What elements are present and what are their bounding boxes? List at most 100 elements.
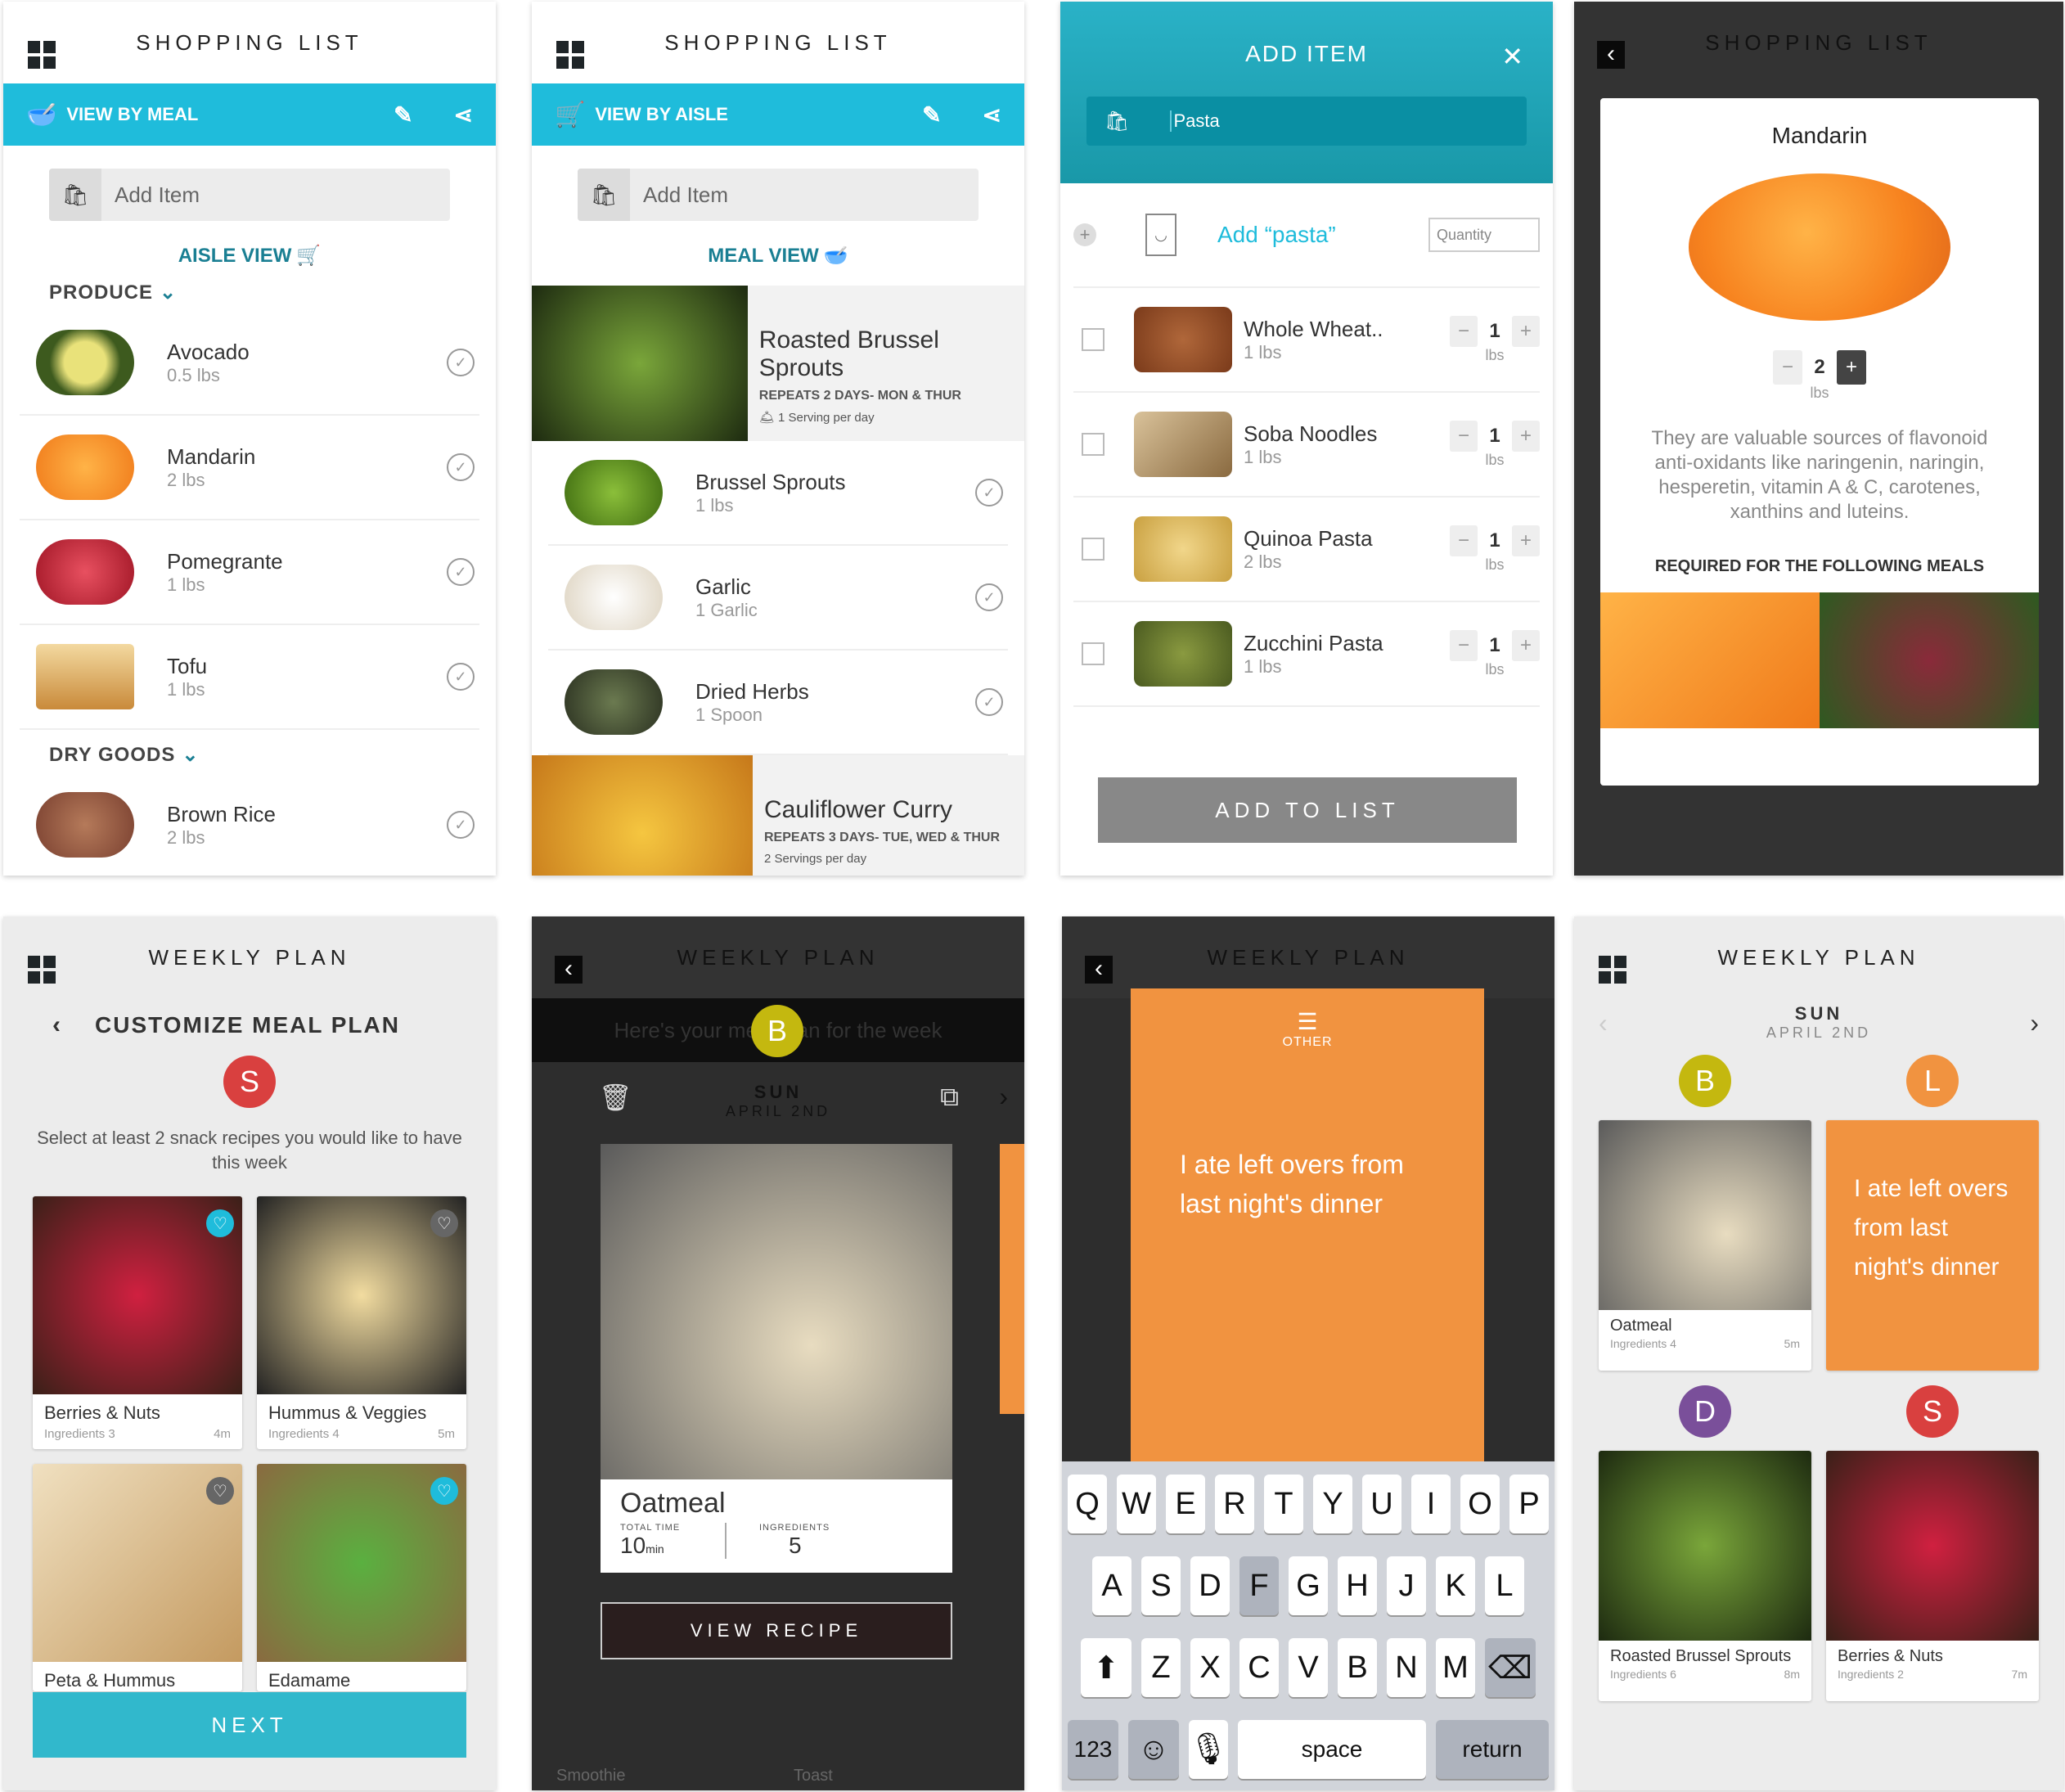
meal-view-link[interactable]: MEAL VIEW 🥣 [532, 244, 1024, 268]
add-to-list-button[interactable]: ADD TO LIST [1098, 777, 1517, 843]
check-icon[interactable]: ✓ [975, 583, 1003, 611]
heart-icon[interactable]: ♡ [430, 1477, 458, 1505]
quantity-input[interactable]: Quantity [1428, 218, 1540, 252]
checkbox[interactable] [1082, 538, 1104, 561]
key-a[interactable]: A [1092, 1556, 1131, 1615]
key-h[interactable]: H [1338, 1556, 1377, 1615]
shift-key-icon[interactable]: ⬆ [1081, 1638, 1131, 1697]
checkbox[interactable] [1082, 328, 1104, 351]
key-z[interactable]: Z [1141, 1638, 1181, 1697]
key-x[interactable]: X [1190, 1638, 1230, 1697]
plus-button[interactable]: + [1512, 525, 1540, 556]
plus-button[interactable]: + [1512, 420, 1540, 452]
meal-card[interactable]: Berries & Nuts Ingredients 2 7m [1826, 1451, 2039, 1701]
edit-icon[interactable]: ✎ [394, 101, 412, 128]
duplicate-icon[interactable]: ⧉ [940, 1082, 959, 1113]
key-s[interactable]: S [1141, 1556, 1181, 1615]
key-e[interactable]: E [1166, 1475, 1205, 1533]
check-icon[interactable]: ✓ [447, 349, 475, 376]
backspace-key-icon[interactable]: ⌫ [1485, 1638, 1536, 1697]
section-header[interactable]: DRY GOODS ⌄ [49, 743, 450, 767]
check-icon[interactable]: ✓ [447, 453, 475, 481]
key-m[interactable]: M [1436, 1638, 1475, 1697]
share-icon[interactable]: ⋖ [983, 101, 1001, 128]
add-item-input[interactable]: 🛍 Add Item [578, 169, 979, 221]
key-123[interactable]: 123 [1068, 1720, 1118, 1779]
key-space[interactable]: space [1238, 1720, 1426, 1779]
key-i[interactable]: I [1411, 1475, 1451, 1533]
check-icon[interactable]: ✓ [447, 811, 475, 839]
key-w[interactable]: W [1117, 1475, 1156, 1533]
key-o[interactable]: O [1460, 1475, 1500, 1533]
menu-grid-icon[interactable] [1599, 956, 1626, 984]
key-b[interactable]: B [1338, 1638, 1377, 1697]
next-button[interactable]: NEXT [33, 1692, 466, 1758]
key-t[interactable]: T [1264, 1475, 1303, 1533]
key-k[interactable]: K [1436, 1556, 1475, 1615]
add-suggestion-label[interactable]: Add “pasta” [1217, 222, 1428, 248]
back-chevron-icon[interactable]: ‹ [52, 1011, 62, 1039]
minus-button[interactable]: − [1450, 629, 1478, 661]
snack-card[interactable]: ♡ Berries & Nuts Ingredients 3 4m [33, 1196, 242, 1449]
close-icon[interactable]: ✕ [1501, 41, 1523, 72]
check-icon[interactable]: ✓ [447, 663, 475, 691]
aisle-view-link[interactable]: AISLE VIEW 🛒 [3, 244, 496, 268]
next-day-icon[interactable]: › [2030, 1008, 2039, 1038]
key-g[interactable]: G [1289, 1556, 1328, 1615]
key-u[interactable]: U [1362, 1475, 1401, 1533]
check-icon[interactable]: ✓ [447, 558, 475, 586]
item-search-input[interactable]: 🛍 Pasta [1086, 97, 1527, 146]
heart-icon[interactable]: ♡ [206, 1477, 234, 1505]
snack-card[interactable]: ♡ Peta & Hummus [33, 1464, 242, 1691]
trash-icon[interactable]: 🗑 [599, 1082, 632, 1113]
note-input[interactable]: I ate left overs from last night's dinne… [1180, 1145, 1435, 1223]
view-recipe-button[interactable]: VIEW RECIPE [601, 1602, 952, 1659]
checkbox[interactable] [1082, 642, 1104, 665]
meal-card[interactable]: Oatmeal Ingredients 4 5m [1599, 1120, 1811, 1371]
edit-icon[interactable]: ✎ [922, 101, 941, 128]
meal-image-smoothie[interactable] [1600, 592, 1820, 728]
key-d[interactable]: D [1190, 1556, 1230, 1615]
snack-card[interactable]: ♡ Edamame [257, 1464, 466, 1691]
meal-card[interactable]: Roasted Brussel Sprouts REPEATS 2 DAYS- M… [532, 286, 1024, 441]
share-icon[interactable]: ⋖ [454, 101, 473, 128]
checkbox[interactable] [1082, 433, 1104, 456]
key-y[interactable]: Y [1313, 1475, 1352, 1533]
menu-grid-icon[interactable] [28, 41, 56, 69]
lunch-note-card[interactable]: I ate left overs from last night's dinne… [1826, 1120, 2039, 1371]
check-icon[interactable]: ✓ [975, 688, 1003, 716]
recipe-card[interactable]: Oatmeal TOTAL TIME 10min INGREDIENTS 5 [601, 1144, 952, 1586]
mic-key-icon[interactable]: 🎙 [1189, 1720, 1228, 1779]
back-icon[interactable]: ‹ [1085, 956, 1113, 984]
meal-image-salad[interactable] [1820, 592, 2039, 728]
back-icon[interactable]: ‹ [1597, 41, 1625, 69]
menu-grid-icon[interactable] [28, 956, 56, 984]
plus-icon[interactable]: + [1073, 223, 1096, 246]
key-j[interactable]: J [1387, 1556, 1426, 1615]
minus-button[interactable]: − [1450, 525, 1478, 556]
add-suggestion-row[interactable]: + ◡ Add “pasta” Quantity [1073, 183, 1540, 288]
key-v[interactable]: V [1289, 1638, 1328, 1697]
minus-button[interactable]: − [1773, 350, 1802, 385]
plus-button[interactable]: + [1837, 350, 1866, 385]
prev-day-icon[interactable]: ‹ [1599, 1008, 1608, 1038]
plus-button[interactable]: + [1512, 315, 1540, 347]
minus-button[interactable]: − [1450, 315, 1478, 347]
menu-grid-icon[interactable] [556, 41, 584, 69]
plus-button[interactable]: + [1512, 629, 1540, 661]
minus-button[interactable]: − [1450, 420, 1478, 452]
check-icon[interactable]: ✓ [975, 479, 1003, 507]
key-c[interactable]: C [1239, 1638, 1279, 1697]
meal-card[interactable]: Roasted Brussel Sprouts Ingredients 6 8m [1599, 1451, 1811, 1701]
add-item-input[interactable]: 🛍 Add Item [49, 169, 450, 221]
key-q[interactable]: Q [1068, 1475, 1107, 1533]
section-header[interactable]: PRODUCE ⌄ [49, 281, 450, 304]
snack-card[interactable]: ♡ Hummus & Veggies Ingredients 4 5m [257, 1196, 466, 1449]
key-r[interactable]: R [1215, 1475, 1254, 1533]
heart-icon[interactable]: ♡ [206, 1209, 234, 1237]
key-l[interactable]: L [1485, 1556, 1524, 1615]
key-n[interactable]: N [1387, 1638, 1426, 1697]
next-day-icon[interactable]: › [999, 1082, 1008, 1112]
emoji-key-icon[interactable]: ☺ [1128, 1720, 1179, 1779]
key-return[interactable]: return [1436, 1720, 1549, 1779]
